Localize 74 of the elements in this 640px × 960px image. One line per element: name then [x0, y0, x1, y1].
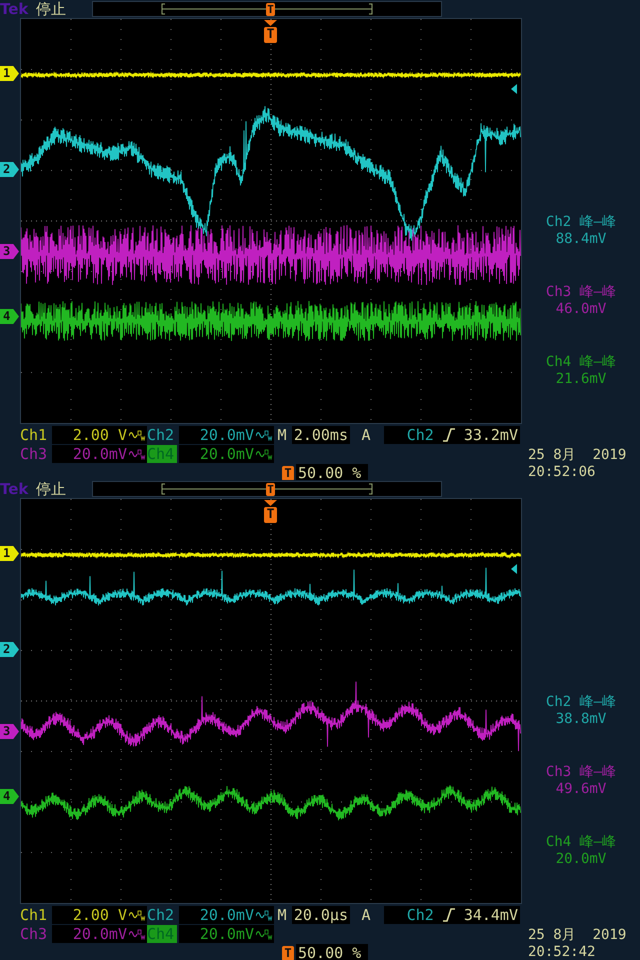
measurement-label: Ch2 峰—峰 [546, 214, 616, 231]
bandwidth-limit-icon [256, 909, 272, 921]
trigger-position-marker: T [266, 483, 275, 496]
channel-label: Ch2 [147, 906, 176, 924]
trigger-position-marker: T [266, 3, 275, 16]
channel-scale: 20.0mV [200, 906, 254, 924]
bandwidth-limit-icon [129, 928, 145, 940]
channel-scale: 2.00 V [72, 906, 127, 924]
channel-label: Ch1 [20, 906, 48, 924]
measurement-label: Ch4 峰—峰 [546, 834, 616, 851]
bandwidth-limit-icon [256, 429, 272, 441]
channel-marker[interactable]: 1 [0, 66, 19, 81]
measurement-label: Ch3 峰—峰 [546, 764, 616, 781]
channel-scale: 20.0mV [72, 925, 127, 943]
measurement-label: Ch2 峰—峰 [546, 694, 616, 711]
bandwidth-limit-icon [256, 448, 272, 460]
record-window-icon [161, 483, 373, 495]
measurement-label: Ch4 峰—峰 [546, 354, 616, 371]
trigger-position-marker: T [282, 946, 294, 960]
trigger-position-marker: T [282, 466, 294, 480]
bandwidth-limit-icon [256, 928, 272, 940]
brand-label: Tek [0, 0, 30, 18]
channel-label: Ch3 [20, 925, 48, 943]
measurement-value: 46.0mV [556, 301, 606, 318]
channel-marker[interactable]: 1 [0, 546, 19, 561]
measurement-value: 38.8mV [556, 711, 606, 728]
measurement-value: 21.6mV [556, 371, 606, 388]
date-label: 25 8月 2019 [528, 927, 626, 944]
channel-marker[interactable]: 4 [0, 789, 19, 804]
timebase-label: M [276, 906, 288, 924]
channel-marker[interactable]: 2 [0, 162, 19, 177]
channel-marker[interactable]: 3 [0, 724, 19, 739]
channel-scale: 2.00 V [72, 426, 127, 444]
channel-marker[interactable]: 4 [0, 309, 19, 324]
bandwidth-limit-icon [129, 429, 145, 441]
channel-scale: 20.0mV [72, 445, 127, 463]
channel-scale: 20.0mV [200, 925, 254, 943]
trigger-position-value: 50.00 % [298, 944, 362, 960]
time-label: 20:52:06 [528, 464, 596, 480]
rising-edge-icon [442, 908, 456, 922]
trigger-level-icon [511, 84, 519, 94]
trigger-threshold: 34.4mV [464, 906, 518, 924]
channel-label: Ch1 [20, 426, 48, 444]
trigger-source: Ch2 [406, 426, 434, 444]
run-status: 停止 [36, 0, 67, 18]
record-window-icon [161, 3, 373, 15]
trigger-level-icon [511, 564, 519, 574]
measurement-value: 88.4mV [556, 231, 606, 248]
time-label: 20:52:42 [528, 944, 596, 960]
rising-edge-icon [442, 428, 456, 442]
trigger-arrow-icon [264, 500, 277, 506]
measurement-label: Ch3 峰—峰 [546, 284, 616, 301]
trigger-source: Ch2 [406, 906, 434, 924]
bandwidth-limit-icon [129, 448, 145, 460]
trigger-mode-label: A [360, 906, 372, 924]
measurement-value: 20.0mV [556, 851, 606, 868]
trigger-threshold: 33.2mV [464, 426, 518, 444]
channel-scale: 20.0mV [200, 426, 254, 444]
channel-label: Ch3 [20, 445, 48, 463]
date-label: 25 8月 2019 [528, 447, 626, 464]
brand-label: Tek [0, 480, 30, 498]
timebase-value: 20.0µs [294, 906, 348, 924]
trigger-position-value: 50.00 % [298, 464, 362, 480]
channel-label: Ch2 [147, 426, 176, 444]
channel-scale: 20.0mV [200, 445, 254, 463]
trigger-mode-label: A [360, 426, 372, 444]
run-status: 停止 [36, 480, 67, 498]
channel-marker[interactable]: 3 [0, 244, 19, 259]
measurement-value: 49.6mV [556, 781, 606, 798]
trigger-arrow-icon [264, 20, 277, 26]
timebase-label: M [276, 426, 288, 444]
channel-marker[interactable]: 2 [0, 642, 19, 657]
timebase-value: 2.00ms [294, 426, 348, 444]
bandwidth-limit-icon [129, 909, 145, 921]
